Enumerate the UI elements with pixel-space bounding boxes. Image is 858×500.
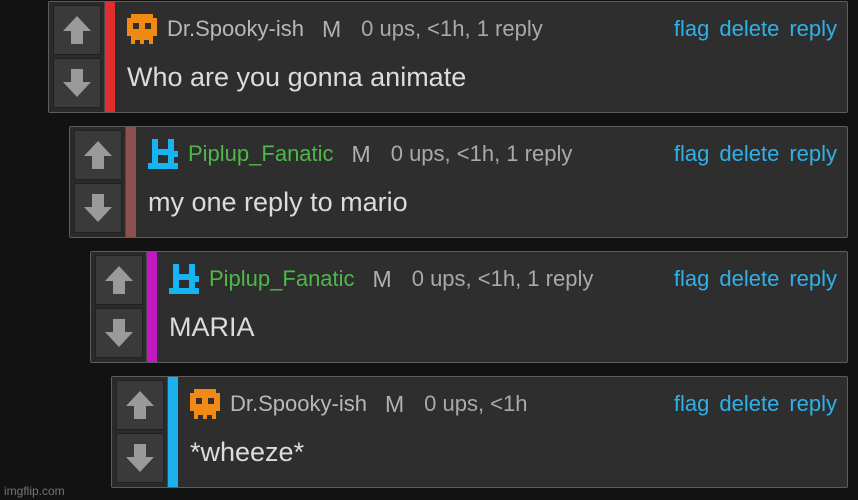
vote-column bbox=[112, 377, 168, 487]
arrow-down-icon bbox=[84, 194, 112, 222]
blue-pixel-icon[interactable] bbox=[144, 137, 182, 171]
comment-body: my one reply to mario bbox=[148, 187, 408, 217]
comment-actions: flag delete reply bbox=[674, 262, 837, 296]
delete-link[interactable]: delete bbox=[719, 141, 779, 167]
comment-actions: flag delete reply bbox=[674, 12, 837, 46]
downvote-button[interactable] bbox=[74, 183, 122, 233]
mod-badge: M bbox=[321, 15, 342, 42]
upvote-button[interactable] bbox=[116, 380, 164, 430]
flag-link[interactable]: flag bbox=[674, 16, 709, 42]
downvote-button[interactable] bbox=[53, 58, 101, 108]
blue-pixel-icon[interactable] bbox=[165, 262, 203, 296]
arrow-up-icon bbox=[84, 141, 112, 169]
username-link[interactable]: Dr.Spooky-ish bbox=[167, 16, 304, 42]
vote-column bbox=[70, 127, 126, 237]
comment-1: Dr.Spooky-ish M 0 ups, <1h, 1 reply flag… bbox=[48, 1, 848, 113]
arrow-down-icon bbox=[63, 69, 91, 97]
vote-column bbox=[49, 2, 105, 112]
comment-4: Dr.Spooky-ish M 0 ups, <1h flag delete r… bbox=[111, 376, 848, 488]
orange-skull-icon[interactable] bbox=[123, 12, 161, 46]
comment-body: Who are you gonna animate bbox=[127, 62, 467, 92]
delete-link[interactable]: delete bbox=[719, 266, 779, 292]
reply-link[interactable]: reply bbox=[789, 16, 837, 42]
reply-link[interactable]: reply bbox=[789, 141, 837, 167]
imgflip-watermark: imgflip.com bbox=[4, 484, 65, 498]
comment-meta: 0 ups, <1h bbox=[424, 391, 528, 416]
arrow-up-icon bbox=[126, 391, 154, 419]
comment-meta: 0 ups, <1h, 1 reply bbox=[411, 266, 594, 291]
reply-link[interactable]: reply bbox=[789, 391, 837, 417]
thread-bar bbox=[147, 252, 157, 362]
orange-skull-icon[interactable] bbox=[186, 387, 224, 421]
upvote-button[interactable] bbox=[95, 255, 143, 305]
comment-meta: 0 ups, <1h, 1 reply bbox=[390, 141, 573, 166]
mod-badge: M bbox=[372, 265, 392, 292]
vote-column bbox=[91, 252, 147, 362]
delete-link[interactable]: delete bbox=[719, 16, 779, 42]
comment-actions: flag delete reply bbox=[674, 387, 837, 421]
upvote-button[interactable] bbox=[53, 5, 101, 55]
arrow-down-icon bbox=[126, 444, 154, 472]
arrow-up-icon bbox=[105, 266, 133, 294]
comment-body: *wheeze* bbox=[190, 437, 305, 467]
comment-body: MARIA bbox=[169, 312, 255, 342]
downvote-button[interactable] bbox=[116, 433, 164, 483]
comment-actions: flag delete reply bbox=[674, 137, 837, 171]
comment-2: Piplup_Fanatic M 0 ups, <1h, 1 reply fla… bbox=[69, 126, 848, 238]
username-link[interactable]: Piplup_Fanatic bbox=[209, 266, 355, 292]
upvote-button[interactable] bbox=[74, 130, 122, 180]
thread-bar bbox=[168, 377, 178, 487]
delete-link[interactable]: delete bbox=[719, 391, 779, 417]
username-link[interactable]: Dr.Spooky-ish bbox=[230, 391, 367, 417]
arrow-down-icon bbox=[105, 319, 133, 347]
comment-3: Piplup_Fanatic M 0 ups, <1h, 1 reply fla… bbox=[90, 251, 848, 363]
reply-link[interactable]: reply bbox=[789, 266, 837, 292]
flag-link[interactable]: flag bbox=[674, 141, 709, 167]
mod-badge: M bbox=[384, 390, 405, 417]
downvote-button[interactable] bbox=[95, 308, 143, 358]
flag-link[interactable]: flag bbox=[674, 266, 709, 292]
arrow-up-icon bbox=[63, 16, 91, 44]
mod-badge: M bbox=[351, 140, 371, 167]
username-link[interactable]: Piplup_Fanatic bbox=[188, 141, 334, 167]
thread-bar bbox=[126, 127, 136, 237]
thread-bar bbox=[105, 2, 115, 112]
flag-link[interactable]: flag bbox=[674, 391, 709, 417]
comment-meta: 0 ups, <1h, 1 reply bbox=[361, 16, 543, 41]
